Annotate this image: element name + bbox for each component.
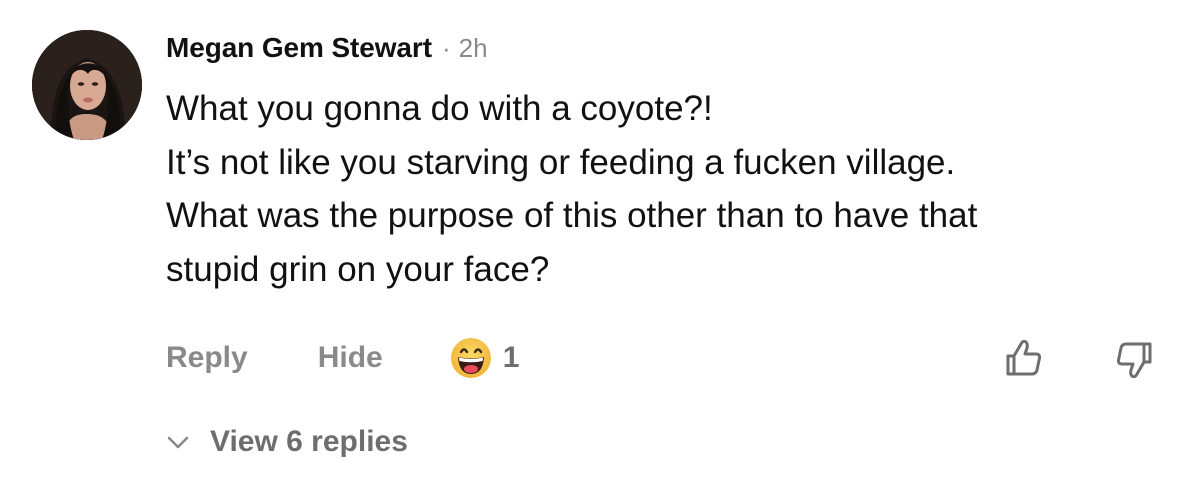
comment-card: Megan Gem Stewart · 2h What you gonna do… bbox=[0, 0, 1200, 499]
reaction-count: 1 bbox=[502, 341, 520, 374]
thumbs-up-icon[interactable] bbox=[1002, 336, 1046, 380]
timestamp: 2h bbox=[458, 33, 488, 63]
comment-header: Megan Gem Stewart · 2h bbox=[166, 32, 488, 72]
comment-line: stupid grin on your face? bbox=[166, 249, 550, 289]
author-name[interactable]: Megan Gem Stewart bbox=[166, 32, 432, 64]
grinning-face-emoji-icon bbox=[450, 338, 491, 378]
view-replies-label: View 6 replies bbox=[210, 425, 408, 458]
reply-button[interactable]: Reply bbox=[166, 341, 248, 375]
chevron-down-icon bbox=[167, 436, 189, 449]
comment-text: What you gonna do with a coyote?! It’s n… bbox=[166, 82, 1176, 296]
avatar[interactable] bbox=[32, 30, 142, 140]
view-replies-button[interactable]: View 6 replies bbox=[166, 420, 408, 464]
avatar-image bbox=[32, 30, 142, 140]
thumbs-down-icon[interactable] bbox=[1112, 338, 1156, 382]
comment-line: It’s not like you starving or feeding a … bbox=[166, 142, 956, 182]
reaction-button[interactable]: 1 bbox=[449, 336, 520, 380]
hide-button[interactable]: Hide bbox=[318, 341, 383, 375]
comment-line: What you gonna do with a coyote?! bbox=[166, 89, 713, 128]
comment-actions: Reply Hide 1 bbox=[166, 334, 519, 382]
comment-line: What was the purpose of this other than … bbox=[166, 196, 978, 235]
header-separator: · bbox=[441, 33, 451, 63]
